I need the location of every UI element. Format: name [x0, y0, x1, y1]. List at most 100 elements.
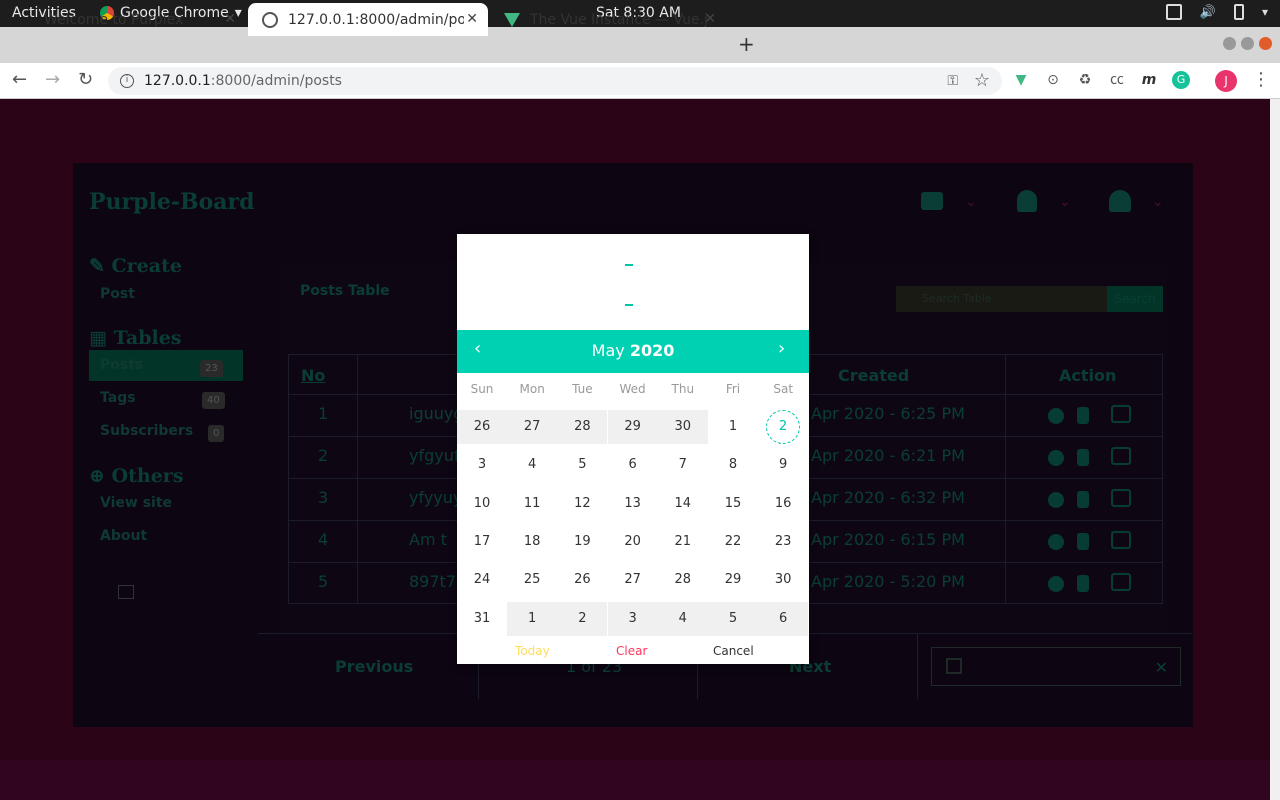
day-cell[interactable]: 5: [557, 448, 607, 482]
scrollbar[interactable]: [1270, 99, 1280, 800]
info-icon[interactable]: i: [120, 74, 134, 88]
column-header-no[interactable]: No: [301, 366, 325, 385]
close-icon[interactable]: ✕: [466, 11, 478, 27]
day-cell[interactable]: 20: [608, 525, 658, 559]
chevron-down-icon[interactable]: ⌄: [1152, 194, 1164, 210]
sidebar-item-view-site[interactable]: View site: [100, 495, 172, 511]
sidebar-item-posts[interactable]: Posts: [100, 357, 143, 373]
day-cell[interactable]: 22: [708, 525, 758, 559]
day-cell[interactable]: 25: [507, 563, 557, 597]
day-cell[interactable]: 1: [507, 601, 558, 636]
close-icon[interactable]: ✕: [224, 11, 236, 27]
day-cell[interactable]: 18: [507, 525, 557, 559]
day-cell[interactable]: 8: [708, 448, 758, 482]
previous-button[interactable]: Previous: [335, 657, 413, 676]
day-cell[interactable]: 29: [607, 410, 658, 444]
day-cell[interactable]: 9: [758, 448, 808, 482]
sidebar-item-tags[interactable]: Tags: [100, 390, 136, 406]
search-button[interactable]: Search: [1107, 286, 1163, 312]
day-cell[interactable]: 24: [457, 563, 507, 597]
recycle-icon[interactable]: ♻: [1076, 71, 1094, 89]
day-cell[interactable]: 21: [658, 525, 708, 559]
day-cell[interactable]: 10: [457, 487, 507, 521]
address-bar[interactable]: i 127.0.0.1:8000/admin/posts ⚿ ☆: [108, 67, 1002, 95]
sidebar-item-post[interactable]: Post: [100, 286, 135, 302]
trash-icon[interactable]: [1077, 533, 1089, 550]
column-header-created[interactable]: Created: [838, 366, 909, 385]
chevron-down-icon[interactable]: ⌄: [1059, 194, 1071, 210]
tab-vue-instance[interactable]: The Vue Instance — Vue.js ✕: [490, 3, 726, 36]
day-cell[interactable]: 27: [608, 563, 658, 597]
tab-admin-posts[interactable]: 127.0.0.1:8000/admin/pos ✕: [248, 3, 488, 36]
day-cell[interactable]: 12: [557, 487, 607, 521]
reload-button[interactable]: ↻: [78, 69, 93, 90]
brand-logo[interactable]: Purple-Board: [89, 189, 255, 215]
back-button[interactable]: ←: [12, 69, 27, 90]
trash-icon[interactable]: [1077, 491, 1089, 508]
clear-button[interactable]: Clear: [616, 644, 647, 658]
today-button[interactable]: Today: [515, 644, 550, 658]
user-icon[interactable]: [1109, 190, 1131, 212]
eye-icon[interactable]: [1048, 492, 1064, 508]
day-cell[interactable]: 4: [657, 601, 708, 636]
battery-icon[interactable]: [1233, 4, 1244, 20]
day-cell[interactable]: 17: [457, 525, 507, 559]
month-year-label[interactable]: May 2020: [457, 341, 809, 360]
tab-purplex[interactable]: Welcome to Purplex ✕: [0, 3, 246, 36]
day-cell[interactable]: 5: [708, 601, 758, 636]
day-cell[interactable]: 2: [557, 601, 608, 636]
eye-icon[interactable]: [1048, 576, 1064, 592]
bell-icon[interactable]: [1017, 190, 1037, 212]
star-icon[interactable]: ☆: [974, 67, 990, 95]
vue-devtools-icon[interactable]: ▼: [1012, 71, 1030, 89]
day-cell[interactable]: 28: [658, 563, 708, 597]
edit-icon[interactable]: [1111, 573, 1131, 591]
day-cell[interactable]: 23: [758, 525, 808, 559]
code-icon[interactable]: ⊙: [1044, 71, 1062, 89]
close-icon[interactable]: ✕: [704, 11, 716, 27]
day-cell[interactable]: 28: [557, 410, 608, 444]
day-cell[interactable]: 16: [758, 487, 808, 521]
envelope-icon[interactable]: [921, 192, 943, 210]
search-input[interactable]: Search Table: [896, 286, 1107, 312]
keyboard-icon[interactable]: [1165, 4, 1182, 20]
profile-avatar[interactable]: J: [1215, 70, 1237, 92]
day-cell[interactable]: 4: [507, 448, 557, 482]
next-month-button[interactable]: ›: [778, 338, 785, 359]
sidebar-item-about[interactable]: About: [100, 528, 147, 544]
trash-icon[interactable]: [1077, 575, 1089, 592]
edit-icon[interactable]: [1111, 531, 1131, 549]
edit-icon[interactable]: [1111, 405, 1131, 423]
day-cell[interactable]: 31: [457, 602, 507, 636]
day-cell[interactable]: 6: [758, 601, 809, 636]
chevron-down-icon[interactable]: ▾: [1262, 5, 1268, 19]
day-cell[interactable]: 26: [457, 410, 507, 444]
trash-icon[interactable]: [1077, 449, 1089, 466]
clear-date-icon[interactable]: ✕: [1155, 658, 1168, 677]
day-cell[interactable]: 30: [758, 563, 808, 597]
grammarly-icon[interactable]: G: [1172, 71, 1190, 89]
key-icon[interactable]: ⚿: [947, 67, 958, 95]
forward-button[interactable]: →: [45, 69, 60, 90]
cancel-button[interactable]: Cancel: [713, 644, 754, 658]
volume-icon[interactable]: 🔊: [1200, 5, 1216, 20]
day-cell[interactable]: 19: [557, 525, 607, 559]
new-tab-button[interactable]: +: [738, 32, 755, 56]
day-cell[interactable]: 3: [607, 601, 658, 636]
day-cell[interactable]: 3: [457, 448, 507, 482]
m-extension-icon[interactable]: m: [1140, 71, 1158, 89]
kebab-menu-icon[interactable]: ⋮: [1252, 69, 1270, 90]
eye-icon[interactable]: [1048, 534, 1064, 550]
day-cell[interactable]: 15: [708, 487, 758, 521]
day-cell[interactable]: 1: [708, 410, 758, 444]
close-window-button[interactable]: [1259, 37, 1272, 50]
day-cell[interactable]: 14: [658, 487, 708, 521]
day-cell[interactable]: 6: [608, 448, 658, 482]
day-cell[interactable]: 11: [507, 487, 557, 521]
day-cell[interactable]: 26: [557, 563, 607, 597]
cc-icon[interactable]: ㏄: [1108, 71, 1126, 89]
maximize-button[interactable]: [1241, 37, 1254, 50]
date-filter-input[interactable]: ✕: [931, 647, 1181, 686]
sidebar-item-subscribers[interactable]: Subscribers: [100, 423, 193, 439]
system-tray[interactable]: 🔊 ▾: [1165, 4, 1268, 20]
